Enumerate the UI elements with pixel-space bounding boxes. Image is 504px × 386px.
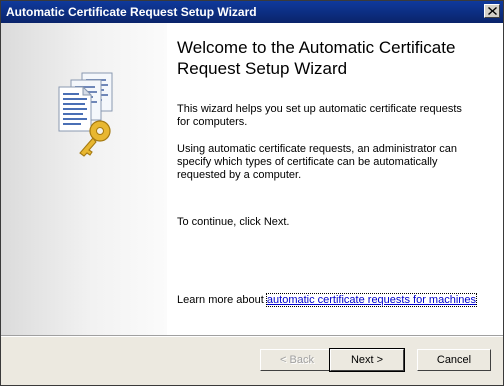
next-button[interactable]: Next > bbox=[329, 348, 405, 372]
continue-instruction: To continue, click Next. bbox=[177, 216, 290, 228]
close-button[interactable] bbox=[484, 4, 500, 18]
learn-more-line: Learn more about automatic certificate r… bbox=[177, 293, 478, 307]
page-title: Welcome to the Automatic Certificate Req… bbox=[177, 38, 456, 78]
window-title: Automatic Certificate Request Setup Wiza… bbox=[6, 5, 257, 19]
description-text: Using automatic certificate requests, an… bbox=[177, 143, 458, 181]
learn-more-link[interactable]: automatic certificate requests for machi… bbox=[265, 293, 478, 307]
wizard-window: Automatic Certificate Request Setup Wiza… bbox=[0, 0, 504, 386]
wizard-side-panel bbox=[1, 23, 167, 335]
cancel-button[interactable]: Cancel bbox=[417, 349, 491, 371]
close-icon bbox=[488, 7, 497, 15]
certificate-documents-key-icon bbox=[58, 72, 113, 157]
back-button[interactable]: < Back bbox=[260, 349, 334, 371]
intro-text: This wizard helps you set up automatic c… bbox=[177, 103, 462, 128]
title-bar[interactable]: Automatic Certificate Request Setup Wiza… bbox=[1, 1, 503, 23]
learn-more-prefix: Learn more about bbox=[177, 294, 264, 306]
wizard-content: Welcome to the Automatic Certificate Req… bbox=[167, 23, 503, 335]
button-bar: < Back Next > Cancel bbox=[1, 337, 503, 385]
